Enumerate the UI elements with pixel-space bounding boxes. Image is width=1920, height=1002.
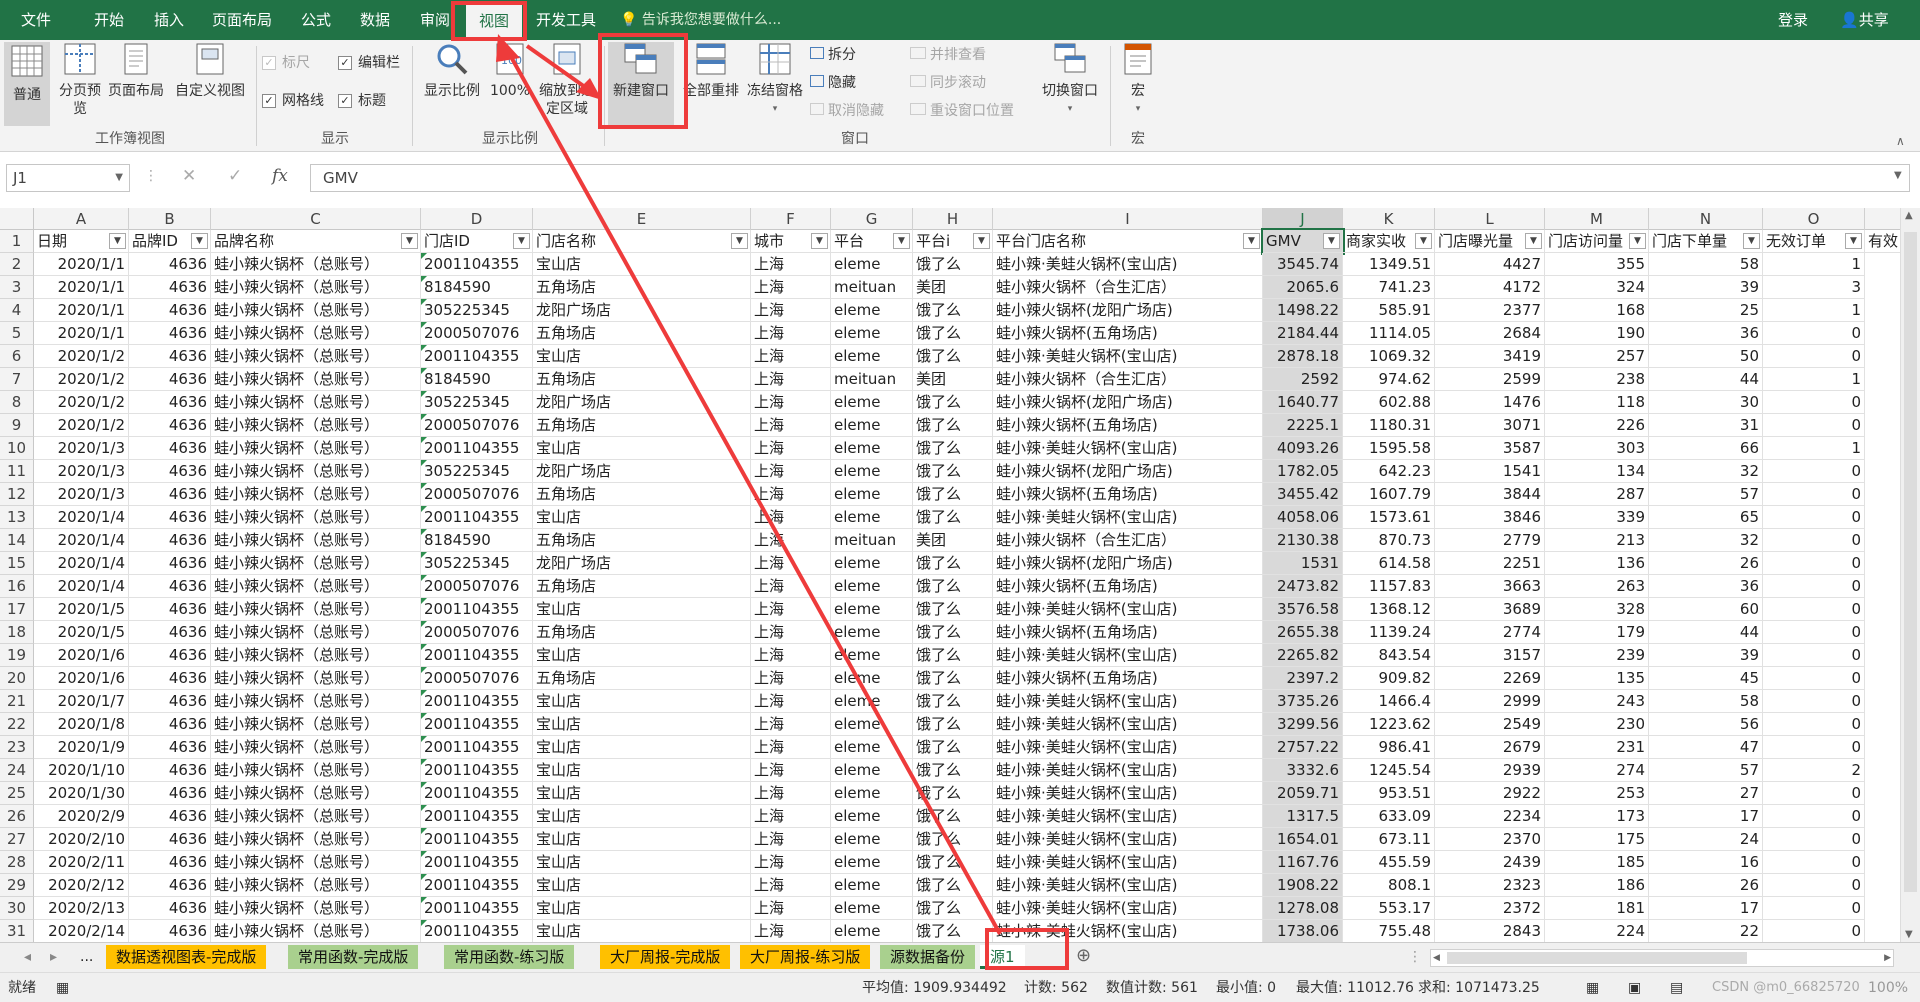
annotation-arrow-to-view-tab <box>503 45 1002 935</box>
arrowhead-icon <box>496 34 520 62</box>
annotation-arrows <box>496 34 1002 935</box>
annotation-arrow-to-new-window <box>525 44 594 94</box>
excel-window: 文件 开始 插入 页面布局 公式 数据 审阅 视图 开发工具 💡 告诉我您想要做什么... 登录… <box>0 0 1920 1002</box>
